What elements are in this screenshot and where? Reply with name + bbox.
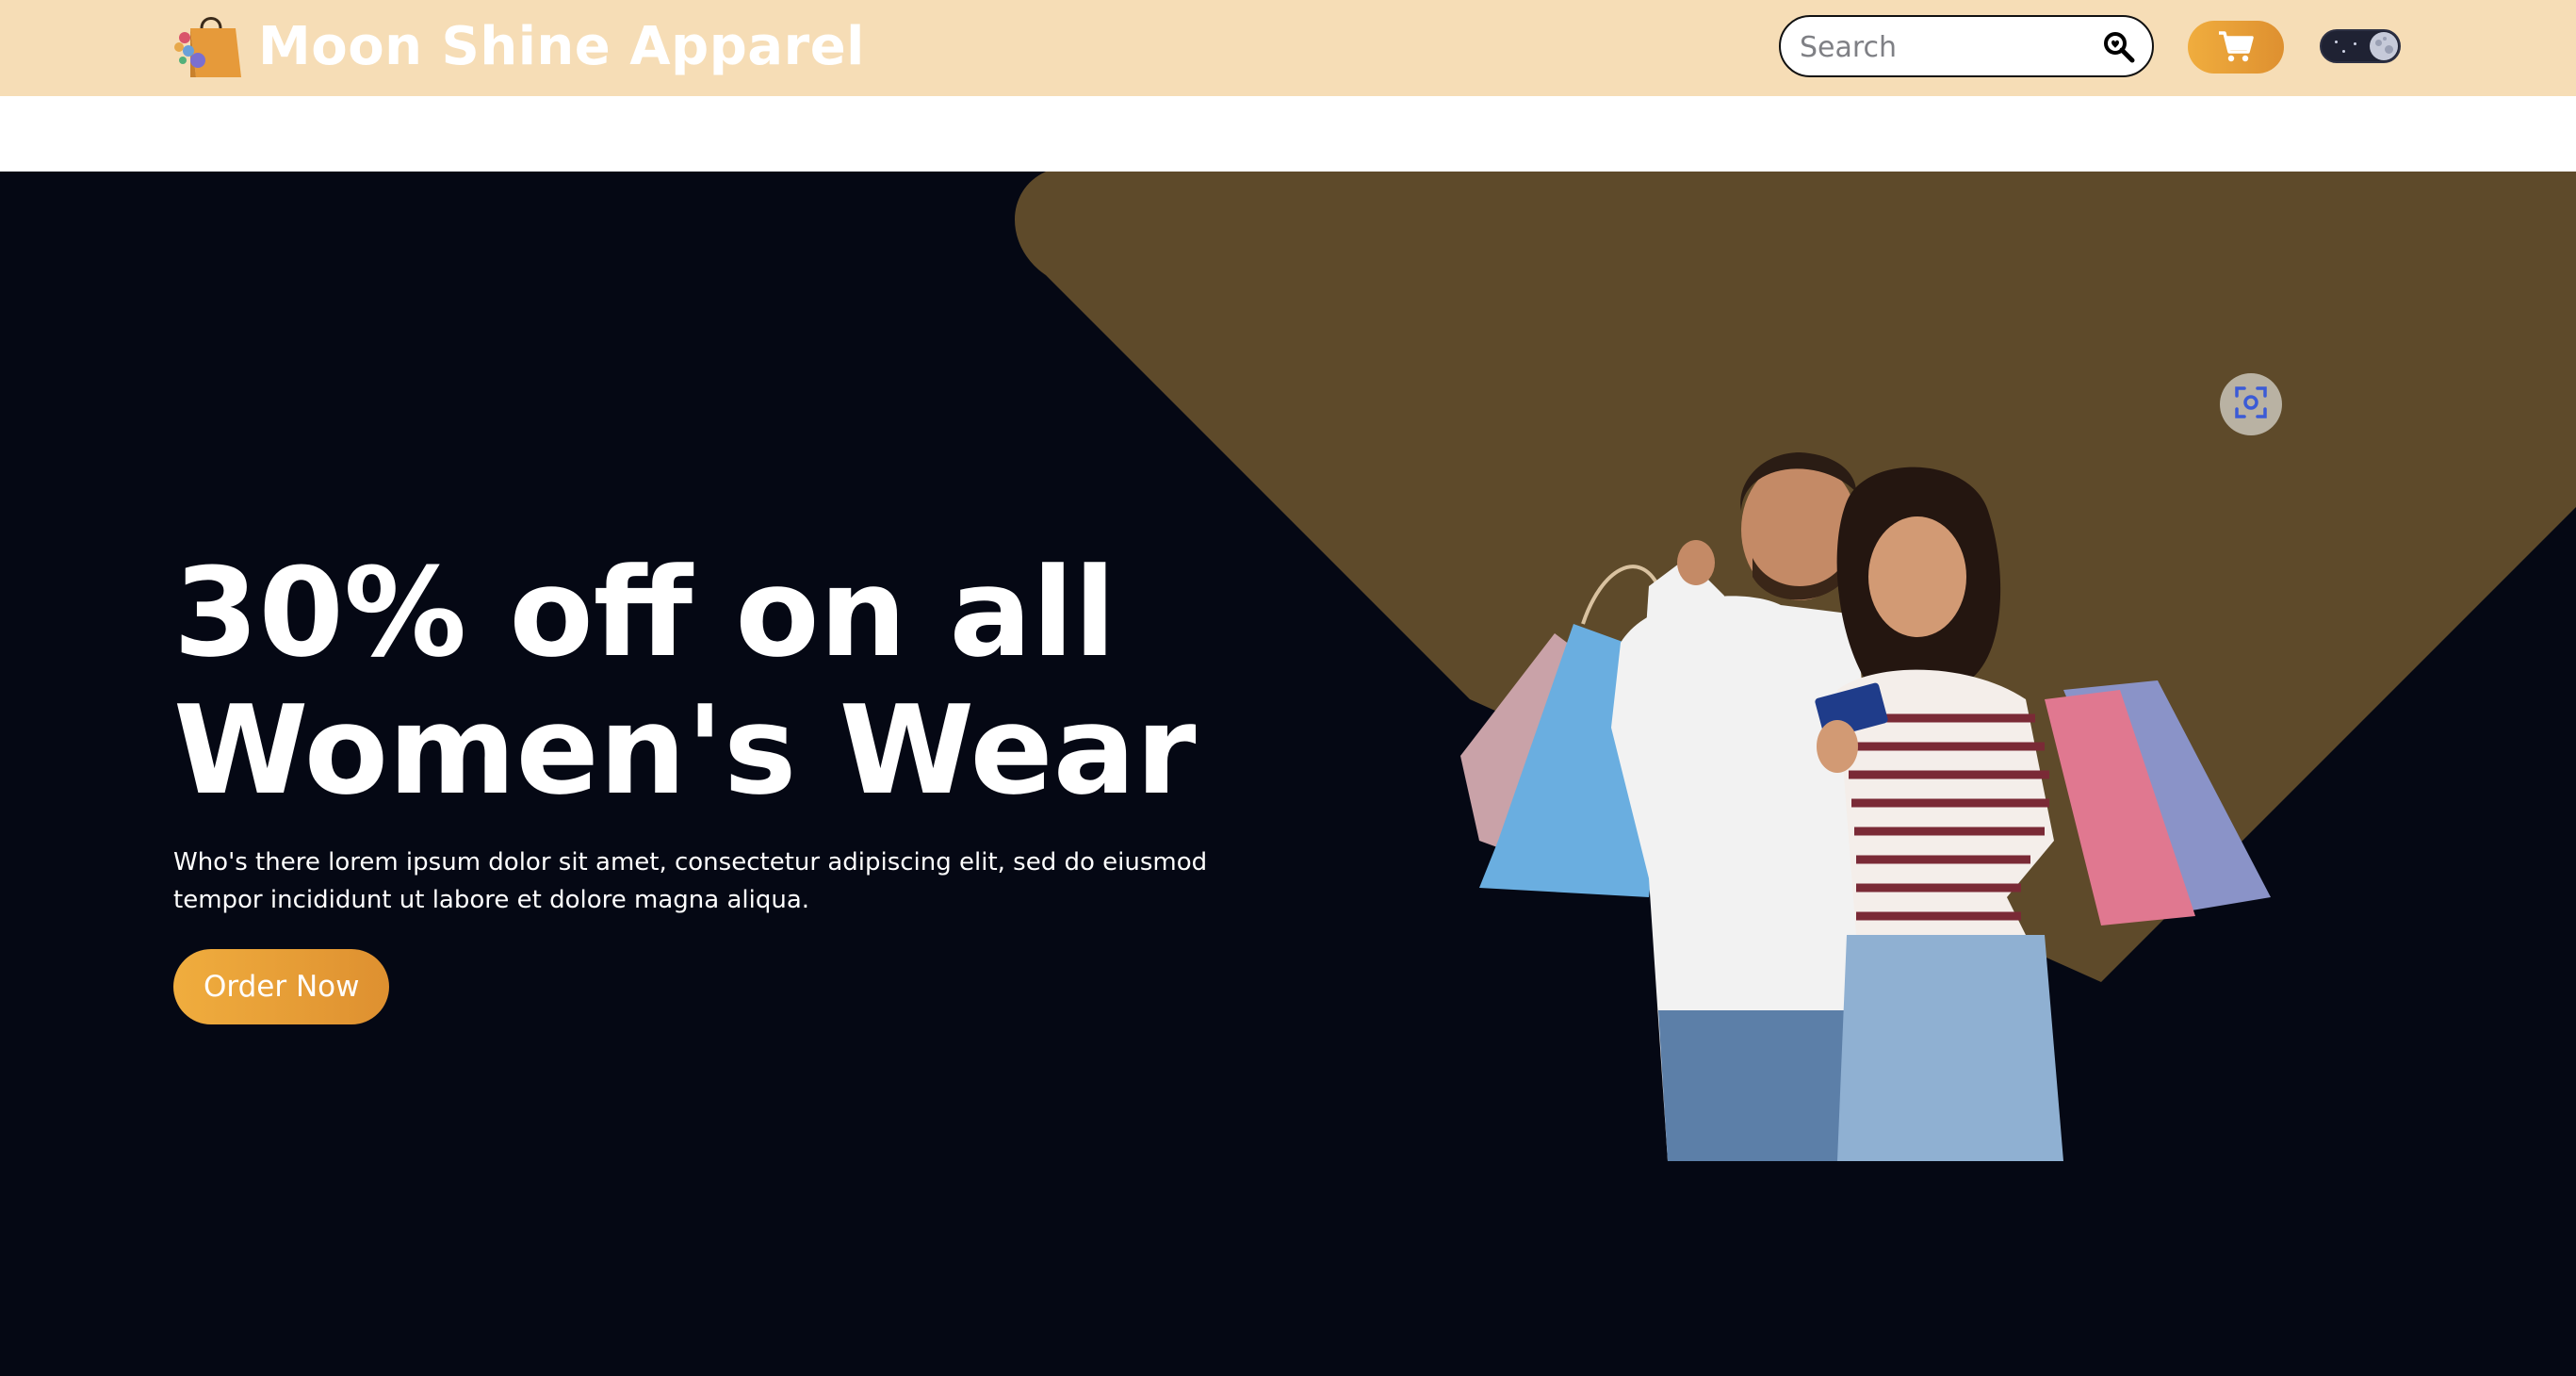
search-icon[interactable]: [2103, 31, 2135, 67]
brand[interactable]: Moon Shine Apparel: [173, 11, 865, 81]
order-now-button[interactable]: Order Now: [173, 949, 390, 1024]
hero-title-line-2: Women's Wear: [173, 679, 1197, 822]
brand-name: Moon Shine Apparel: [258, 15, 865, 77]
hero-title-line-1: 30% off on all: [173, 541, 1117, 684]
visual-search-button[interactable]: [2220, 373, 2282, 435]
hero-title: 30% off on all Women's Wear: [173, 544, 1332, 819]
moon-icon: [2370, 32, 2398, 60]
navbar: Moon Shine Apparel: [0, 0, 2576, 96]
shopping-bag-icon: [173, 11, 245, 81]
hero-section: 30% off on all Women's Wear Who's there …: [0, 172, 2576, 1376]
woman-figure: [1815, 467, 2063, 1161]
subnav-strip: [0, 96, 2576, 172]
search-bar: [1779, 15, 2154, 77]
hero-image: [1460, 452, 2271, 1161]
search-input[interactable]: [1798, 25, 2084, 70]
cart-icon: [2217, 29, 2255, 66]
theme-toggle[interactable]: [2320, 29, 2401, 63]
hero-description: Who's there lorem ipsum dolor sit amet, …: [173, 848, 1208, 914]
visual-search-icon: [2233, 385, 2269, 424]
hero-text: 30% off on all Women's Wear Who's there …: [173, 544, 1332, 1024]
shopping-bag-right: [2045, 680, 2271, 926]
cart-button[interactable]: [2188, 21, 2284, 74]
